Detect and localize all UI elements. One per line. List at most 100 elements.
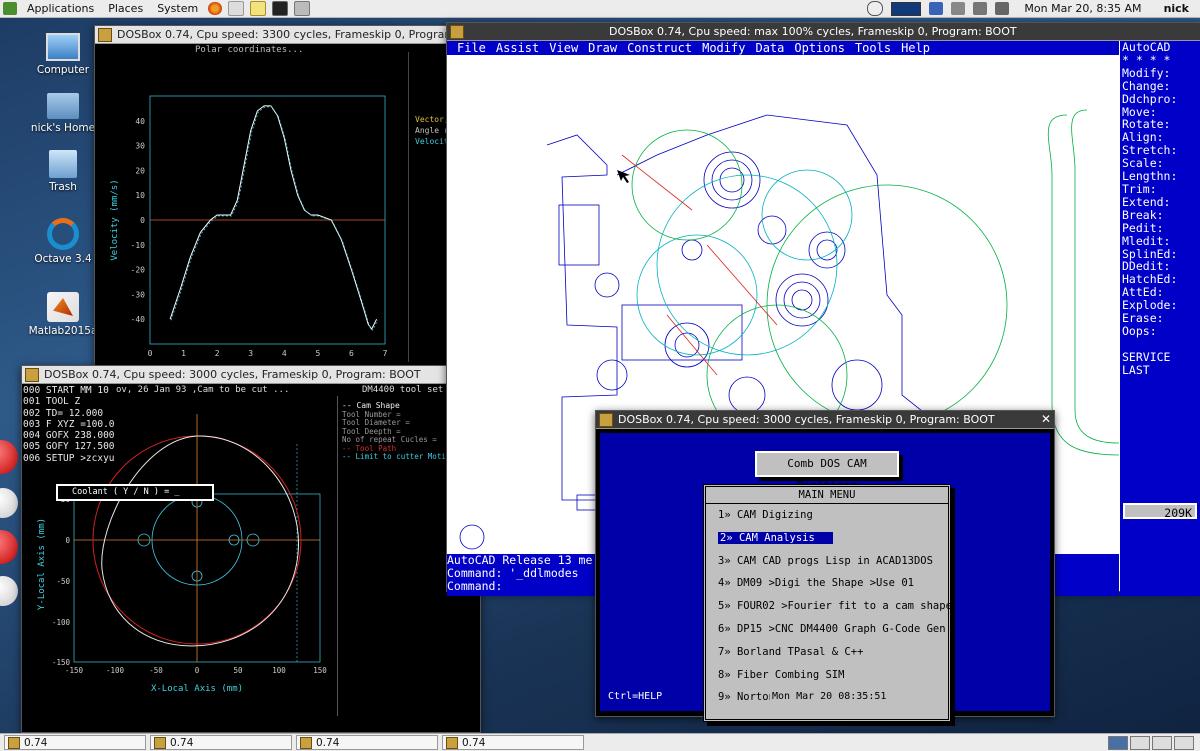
program-title: Comb DOS CAM Digitizer (755, 451, 899, 492)
close-icon[interactable]: ✕ (1038, 411, 1054, 428)
side-menu-item[interactable]: * * * * (1120, 54, 1200, 67)
menu-item-cam-digizing[interactable]: 1» CAM Digizing (706, 504, 948, 527)
bluetooth-icon[interactable] (929, 2, 944, 15)
dosbox-icon (300, 736, 312, 749)
desktop-octave[interactable]: Octave 3.4 (22, 218, 104, 265)
menu-file[interactable]: File (457, 41, 486, 55)
menu-modify[interactable]: Modify (702, 41, 745, 55)
side-menu-item[interactable]: Erase: (1120, 312, 1200, 325)
desktop-computer[interactable]: Computer (22, 33, 104, 76)
x-tick: 50 (233, 666, 243, 675)
roller (808, 231, 846, 269)
user-menu[interactable]: nick (1157, 0, 1196, 17)
window-titlebar[interactable]: DOSBox 0.74, Cpu speed: 3000 cycles, Fra… (596, 411, 1054, 429)
menu-construct[interactable]: Construct (627, 41, 692, 55)
y-tick: 0 (65, 536, 70, 545)
taskbar-item[interactable]: 0.74 (442, 735, 584, 750)
x-tick: -100 (106, 666, 125, 675)
y-tick-label: -10 (131, 241, 146, 250)
roller (728, 376, 766, 414)
workspace-4[interactable] (1174, 735, 1194, 750)
menu-data[interactable]: Data (755, 41, 784, 55)
dosbox-icon (98, 27, 112, 42)
apps-menu-icon[interactable] (3, 2, 17, 15)
firefox-launcher-icon[interactable] (208, 2, 223, 15)
y-tick-label: 30 (135, 142, 145, 151)
roller (783, 281, 821, 319)
menu-item-dm09[interactable]: 4» DM09 >Digi the Shape >Use 01 (706, 572, 948, 595)
side-menu-item[interactable]: Mledit: (1120, 234, 1200, 248)
menu-item-four02[interactable]: 5» FOUR02 >Fourier fit to a cam shape (706, 595, 952, 618)
side-menu-item[interactable]: Trim: (1120, 183, 1200, 196)
desktop-trash[interactable]: Trash (22, 150, 104, 193)
y-tick-label: -20 (131, 266, 146, 275)
dosbox-icon (450, 24, 464, 39)
network-icon[interactable] (973, 2, 988, 15)
y-axis-label: Y-Local Axis (mm) (37, 518, 47, 610)
workspace-3[interactable] (1152, 735, 1172, 750)
menu-item-cam-analysis[interactable]: 2» CAM Analysis (706, 527, 948, 550)
window-title: DOSBox 0.74, Cpu speed: 3000 cycles, Fra… (44, 368, 421, 381)
window-titlebar[interactable]: DOSBox 0.74, Cpu speed: 3000 cycles, Fra… (22, 366, 480, 384)
side-menu-item[interactable]: Oops: (1120, 325, 1200, 338)
desktop-matlab[interactable]: Matlab2015a (22, 292, 104, 337)
menu-help[interactable]: Help (901, 41, 930, 55)
places-menu[interactable]: Places (101, 0, 150, 17)
side-menu-item[interactable]: Ddchpro: (1120, 92, 1200, 106)
menu-tools[interactable]: Tools (855, 41, 891, 55)
ucs-circle (459, 524, 485, 550)
applications-menu[interactable]: Applications (20, 0, 101, 17)
x-tick-label: 3 (248, 349, 253, 358)
window-title: DOSBox 0.74, Cpu speed: max 100% cycles,… (609, 25, 1017, 38)
desktop-home[interactable]: nick's Home (22, 93, 104, 134)
dosbox-window-polar[interactable]: DOSBox 0.74, Cpu speed: 3300 cycles, Fra… (94, 25, 454, 367)
terminal-launcher-icon[interactable] (272, 1, 289, 16)
window-titlebar[interactable]: DOSBox 0.74, Cpu speed: max 100% cycles,… (447, 23, 1200, 41)
green-arc (766, 184, 1008, 426)
workspace-2[interactable] (1130, 735, 1150, 750)
mail-launcher-icon[interactable] (228, 1, 245, 16)
menu-item-cam-cad-progs[interactable]: 3» CAM CAD progs Lisp in ACAD13DOS (706, 550, 948, 573)
side-menu-item[interactable]: Break: (1120, 208, 1200, 222)
menu-item-fiber-combing[interactable]: 8» Fiber Combing SIM (706, 664, 948, 687)
taskbar-item[interactable]: 0.74 (150, 735, 292, 750)
menu-item-borland[interactable]: 7» Borland TPasal & C++ (706, 641, 948, 664)
menu-item-dp15[interactable]: 6» DP15 >CNC DM4400 Graph G-Code Gen (706, 618, 948, 641)
x-tick-label: 1 (181, 349, 186, 358)
wifi-icon[interactable] (995, 2, 1010, 15)
taskbar-item[interactable]: 0.74 (4, 735, 146, 750)
screenshot-launcher-icon[interactable] (294, 1, 311, 16)
side-menu-item[interactable]: Extend: (1120, 195, 1200, 209)
menu-options[interactable]: Options (794, 41, 845, 55)
dosbox-window-cnc[interactable]: DOSBox 0.74, Cpu speed: 3000 cycles, Fra… (21, 365, 481, 733)
window-title: DOSBox 0.74, Cpu speed: 3000 cycles, Fra… (618, 413, 995, 426)
side-menu-item[interactable]: LAST (1120, 363, 1200, 377)
volume-icon[interactable] (951, 2, 966, 15)
workspace-switcher[interactable] (1106, 735, 1194, 750)
coolant-prompt[interactable]: Coolant ( Y / N ) = _ (56, 484, 214, 501)
workspace-1[interactable] (1108, 735, 1128, 750)
velocity-series-line (169, 105, 378, 331)
side-menu-item[interactable]: AutoCAD (1120, 41, 1200, 54)
power-icon[interactable] (867, 1, 884, 16)
taskbar-item[interactable]: 0.74 (296, 735, 438, 750)
menu-draw[interactable]: Draw (588, 41, 617, 55)
y-tick-label: 40 (135, 117, 145, 126)
y-tick: -150 (52, 658, 71, 667)
side-menu-item[interactable]: SERVICE (1120, 350, 1200, 364)
red-line (621, 154, 693, 211)
menu-assist[interactable]: Assist (496, 41, 539, 55)
side-menu-item[interactable]: Change: (1120, 79, 1200, 93)
window-titlebar[interactable]: DOSBox 0.74, Cpu speed: 3300 cycles, Fra… (95, 26, 450, 44)
dosbox-window-cam-menu[interactable]: DOSBox 0.74, Cpu speed: 3000 cycles, Fra… (595, 410, 1055, 722)
editor-launcher-icon[interactable] (250, 1, 267, 16)
window-title: DOSBox 0.74, Cpu speed: 3300 cycles, Fra… (117, 28, 450, 41)
clock[interactable]: Mon Mar 20, 8:35 AM (1017, 0, 1148, 17)
system-menu[interactable]: System (150, 0, 205, 17)
side-menu-item[interactable]: Modify: (1120, 66, 1200, 80)
side-menu-item[interactable]: Pedit: (1120, 221, 1200, 235)
green-boundary (1047, 114, 1119, 456)
trash-icon (49, 150, 77, 178)
dos-clock: Mon Mar 20 08:35:51 (770, 691, 889, 702)
menu-view[interactable]: View (549, 41, 578, 55)
